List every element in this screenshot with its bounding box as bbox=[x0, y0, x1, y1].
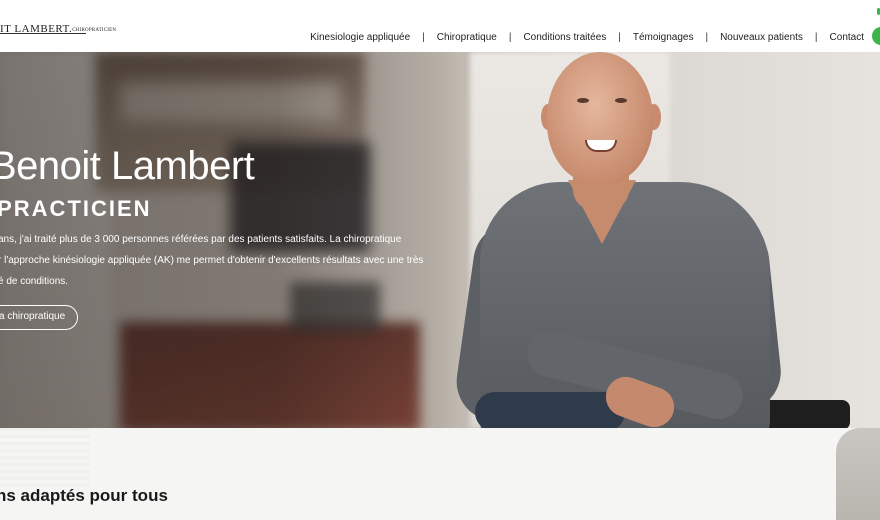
section-photo bbox=[836, 428, 880, 520]
site-logo[interactable]: IT LAMBERT.CHIROPRATICIEN bbox=[0, 19, 116, 35]
main-nav: Kinesiologie appliquée | Chiropratique |… bbox=[298, 32, 864, 43]
hero-cta-button[interactable]: a chiropratique bbox=[0, 305, 78, 330]
nav-item-nouveaux-patients[interactable]: Nouveaux patients bbox=[708, 32, 815, 43]
right-eye bbox=[615, 98, 627, 103]
site-header: IT LAMBERT.CHIROPRATICIEN Kinesiologie a… bbox=[0, 0, 880, 52]
nav-item-chiropratique[interactable]: Chiropratique bbox=[425, 32, 509, 43]
hero-section: Benoit Lambert OPRACTICIEN ans, j'ai tra… bbox=[0, 52, 880, 428]
hero-description-line: ans, j'ai traité plus de 3 000 personnes… bbox=[0, 234, 402, 245]
booking-button[interactable] bbox=[872, 27, 880, 45]
hero-subtitle: OPRACTICIEN bbox=[0, 196, 152, 221]
decorative-pattern bbox=[0, 428, 90, 488]
hero-description-line: é de conditions. bbox=[0, 276, 69, 287]
chair bbox=[760, 400, 850, 428]
nav-item-contact[interactable]: Contact bbox=[818, 32, 864, 43]
portrait-photo bbox=[451, 52, 850, 428]
head bbox=[547, 52, 653, 184]
services-section: ns adaptés pour tous bbox=[0, 428, 880, 520]
hero-title: Benoit Lambert bbox=[0, 144, 255, 188]
hero-description-line: r l'approche kinésiologie appliquée (AK)… bbox=[0, 255, 424, 266]
nav-item-conditions[interactable]: Conditions traitées bbox=[511, 32, 618, 43]
sweater-v-neck bbox=[568, 180, 636, 244]
nav-item-kinesiologie[interactable]: Kinesiologie appliquée bbox=[298, 32, 422, 43]
pants bbox=[475, 392, 625, 428]
left-eye bbox=[577, 98, 589, 103]
nav-item-temoignages[interactable]: Témoignages bbox=[621, 32, 706, 43]
section-title: ns adaptés pour tous bbox=[0, 486, 168, 505]
logo-underline bbox=[0, 33, 86, 34]
